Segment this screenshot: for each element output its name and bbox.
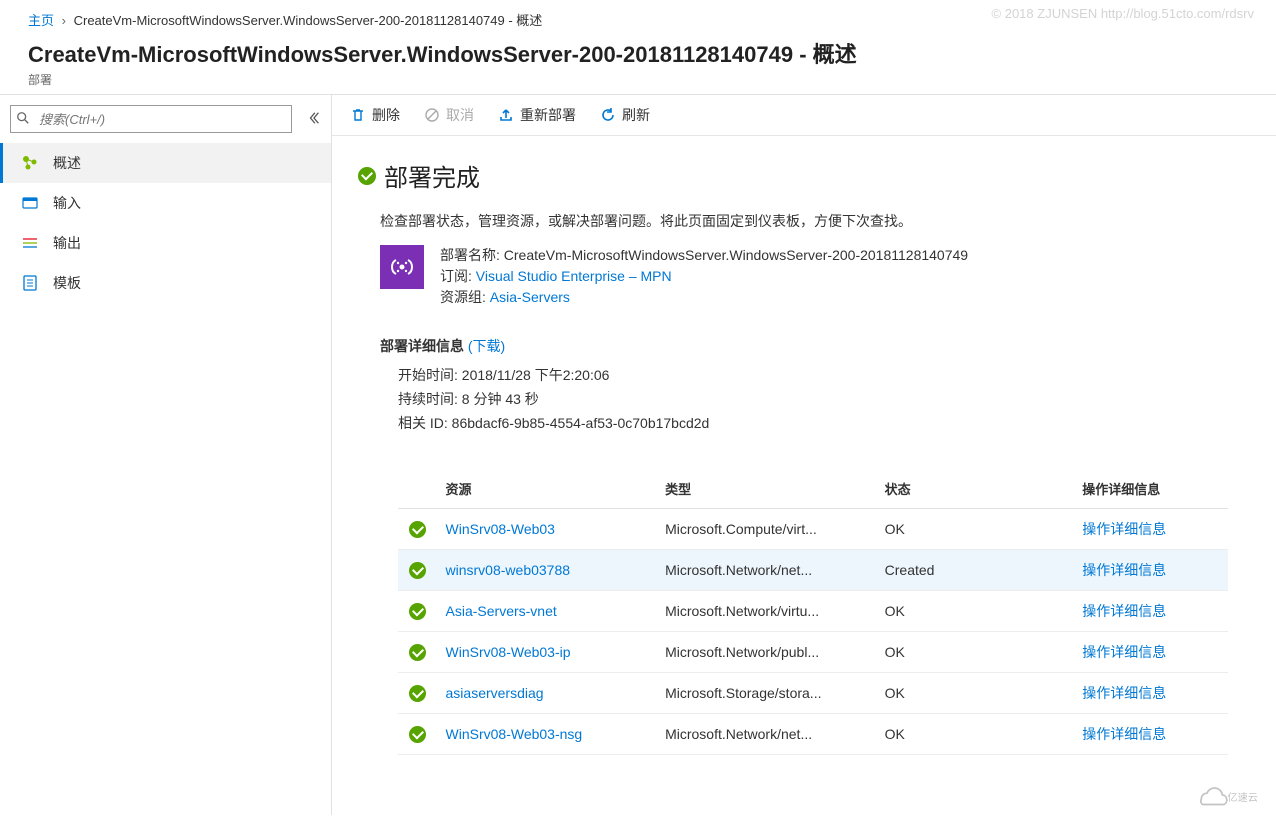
resource-link[interactable]: asiaserversdiag: [446, 685, 544, 701]
resource-status: OK: [877, 714, 1075, 755]
operation-details-link[interactable]: 操作详细信息: [1082, 562, 1166, 578]
collapse-sidebar-button[interactable]: [307, 111, 321, 128]
redeploy-label: 重新部署: [520, 105, 576, 125]
subscription-link[interactable]: Visual Studio Enterprise – MPN: [476, 268, 672, 284]
th-op: 操作详细信息: [1074, 469, 1228, 509]
table-row[interactable]: winsrv08-web03788 Microsoft.Network/net..…: [398, 550, 1228, 591]
resource-type: Microsoft.Network/net...: [657, 714, 877, 755]
sidebar-item-label: 模板: [53, 273, 81, 293]
sidebar-item-label: 概述: [53, 153, 81, 173]
row-success-icon: [409, 603, 426, 620]
breadcrumb-current: CreateVm-MicrosoftWindowsServer.WindowsS…: [74, 13, 543, 28]
duration-value: 8 分钟 43 秒: [462, 391, 539, 407]
breadcrumb: 主页 › CreateVm-MicrosoftWindowsServer.Win…: [0, 0, 1276, 33]
download-link[interactable]: (下载): [468, 338, 505, 354]
sidebar-item-inputs[interactable]: 输入: [0, 183, 331, 223]
sidebar-item-outputs[interactable]: 输出: [0, 223, 331, 263]
resource-link[interactable]: WinSrv08-Web03-ip: [446, 644, 571, 660]
subscription-label: 订阅:: [440, 268, 472, 284]
resource-type: Microsoft.Network/net...: [657, 550, 877, 591]
table-row[interactable]: Asia-Servers-vnet Microsoft.Network/virtu…: [398, 591, 1228, 632]
details-block: 开始时间: 2018/11/28 下午2:20:06 持续时间: 8 分钟 43…: [358, 364, 1250, 435]
outputs-icon: [21, 234, 39, 252]
row-success-icon: [409, 562, 426, 579]
cancel-button: 取消: [424, 105, 474, 125]
breadcrumb-home-link[interactable]: 主页: [28, 13, 54, 28]
deployment-icon: [380, 245, 424, 289]
status-title: 部署完成: [384, 158, 480, 193]
resource-status: OK: [877, 591, 1075, 632]
page-title: CreateVm-MicrosoftWindowsServer.WindowsS…: [0, 33, 1276, 71]
th-type: 类型: [657, 469, 877, 509]
redeploy-button[interactable]: 重新部署: [498, 105, 576, 125]
table-row[interactable]: WinSrv08-Web03-ip Microsoft.Network/publ.…: [398, 632, 1228, 673]
success-icon: [358, 167, 376, 185]
sidebar-item-template[interactable]: 模板: [0, 263, 331, 303]
search-input[interactable]: [10, 105, 292, 133]
resource-link[interactable]: Asia-Servers-vnet: [446, 603, 557, 619]
refresh-button[interactable]: 刷新: [600, 105, 650, 125]
operation-details-link[interactable]: 操作详细信息: [1082, 644, 1166, 660]
resource-group-link[interactable]: Asia-Servers: [490, 289, 570, 305]
overview-icon: [21, 154, 39, 172]
delete-label: 删除: [372, 105, 400, 125]
resources-table: 资源 类型 状态 操作详细信息 WinSrv08-Web03 Microsoft.…: [398, 469, 1228, 755]
row-success-icon: [409, 521, 426, 538]
operation-details-link[interactable]: 操作详细信息: [1082, 685, 1166, 701]
table-row[interactable]: WinSrv08-Web03-nsg Microsoft.Network/net.…: [398, 714, 1228, 755]
row-success-icon: [409, 685, 426, 702]
operation-details-link[interactable]: 操作详细信息: [1082, 726, 1166, 742]
table-row[interactable]: WinSrv08-Web03 Microsoft.Compute/virt...O…: [398, 509, 1228, 550]
summary-lines: 部署名称: CreateVm-MicrosoftWindowsServer.Wi…: [440, 245, 968, 308]
details-header-label: 部署详细信息: [380, 338, 464, 354]
th-status: 状态: [877, 469, 1075, 509]
correlation-id-value: 86bdacf6-9b85-4554-af53-0c70b17bcd2d: [452, 415, 710, 431]
resource-link[interactable]: WinSrv08-Web03-nsg: [446, 726, 583, 742]
deploy-name-label: 部署名称:: [440, 247, 500, 263]
main-pane: 删除 取消 重新部署 刷新 部署完成 检查部署状态，管理资源，或解决部署问题。将…: [332, 95, 1276, 815]
deploy-name-value: CreateVm-MicrosoftWindowsServer.WindowsS…: [504, 247, 968, 263]
start-label: 开始时间:: [398, 367, 458, 383]
search-icon: [16, 111, 30, 128]
duration-label: 持续时间:: [398, 391, 458, 407]
sidebar: 概述 输入 输出 模板: [0, 95, 332, 815]
resource-status: OK: [877, 673, 1075, 714]
search-wrap: [10, 105, 299, 133]
start-value: 2018/11/28 下午2:20:06: [462, 367, 610, 383]
resource-type: Microsoft.Compute/virt...: [657, 509, 877, 550]
correlation-id-label: 相关 ID:: [398, 415, 448, 431]
page-subtitle: 部署: [0, 71, 1276, 94]
operation-details-link[interactable]: 操作详细信息: [1082, 603, 1166, 619]
template-icon: [21, 274, 39, 292]
delete-button[interactable]: 删除: [350, 105, 400, 125]
refresh-label: 刷新: [622, 105, 650, 125]
resource-type: Microsoft.Network/publ...: [657, 632, 877, 673]
resource-group-label: 资源组:: [440, 289, 486, 305]
sidebar-item-overview[interactable]: 概述: [0, 143, 331, 183]
breadcrumb-sep: ›: [62, 13, 66, 28]
toolbar: 删除 取消 重新部署 刷新: [332, 95, 1276, 136]
sidebar-item-label: 输入: [53, 193, 81, 213]
operation-details-link[interactable]: 操作详细信息: [1082, 521, 1166, 537]
resource-type: Microsoft.Network/virtu...: [657, 591, 877, 632]
th-resource: 资源: [438, 469, 658, 509]
table-row[interactable]: asiaserversdiag Microsoft.Storage/stora..…: [398, 673, 1228, 714]
inputs-icon: [21, 194, 39, 212]
cancel-label: 取消: [446, 105, 474, 125]
status-description: 检查部署状态，管理资源，或解决部署问题。将此页面固定到仪表板，方便下次查找。: [358, 207, 1250, 245]
resource-type: Microsoft.Storage/stora...: [657, 673, 877, 714]
details-header: 部署详细信息 (下载): [358, 336, 1250, 356]
resource-status: Created: [877, 550, 1075, 591]
resource-status: OK: [877, 509, 1075, 550]
row-success-icon: [409, 644, 426, 661]
row-success-icon: [409, 726, 426, 743]
resource-status: OK: [877, 632, 1075, 673]
sidebar-item-label: 输出: [53, 233, 81, 253]
resource-link[interactable]: winsrv08-web03788: [446, 562, 571, 578]
resource-link[interactable]: WinSrv08-Web03: [446, 521, 555, 537]
